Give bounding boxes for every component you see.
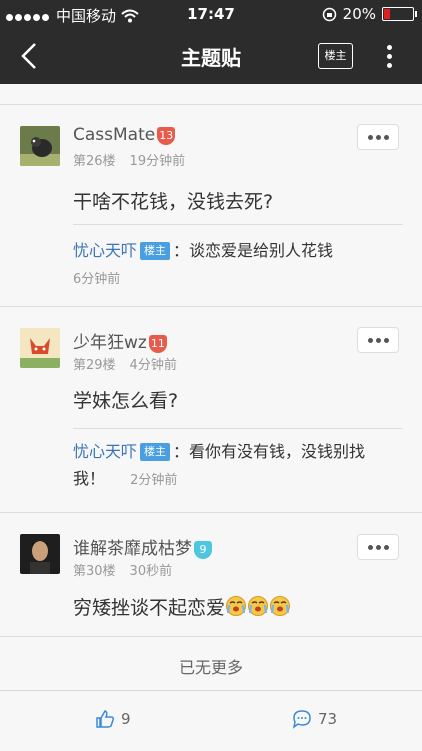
like-button[interactable]: 9 <box>95 709 131 729</box>
post-time: 30秒前 <box>129 564 173 579</box>
username-text: 少年狂wz <box>73 333 147 353</box>
post-text-content: 穷矮挫谈不起恋爱 <box>73 597 226 619</box>
divider <box>0 104 422 105</box>
username-text: 谁解茶靡成枯梦 <box>73 539 192 559</box>
floor-number: 第30楼 <box>73 564 116 579</box>
louzhu-badge: 楼主 <box>140 242 171 260</box>
reply-username[interactable]: 忧心天吓 <box>73 442 137 461</box>
post-username[interactable]: 少年狂wz 11 <box>73 328 167 353</box>
post-username[interactable]: 谁解茶靡成枯梦 9 <box>73 534 212 559</box>
post-time: 19分钟前 <box>129 154 186 169</box>
post-options-button[interactable] <box>357 327 399 353</box>
battery-icon <box>382 7 417 21</box>
page-title: 主题贴 <box>181 46 241 70</box>
post-text: 干啥不花钱，没钱去死? <box>73 191 274 213</box>
louzhu-badge: 楼主 <box>140 443 171 461</box>
post-options-button[interactable] <box>357 124 399 150</box>
post-username[interactable]: CassMate 13 <box>73 125 176 145</box>
nav-bar: 主题贴 楼主 <box>0 28 422 84</box>
avatar[interactable] <box>20 126 60 166</box>
status-bar: 中国移动 17:47 20% <box>0 0 422 28</box>
louzhu-only-button[interactable]: 楼主 <box>318 43 353 69</box>
thread-content: CassMate 13 第26楼 19分钟前 干啥不花钱，没钱去死? 忧心天吓 楼主：… <box>0 84 422 690</box>
post-meta: 第26楼 19分钟前 <box>73 150 199 169</box>
post-text: 学妹怎么看? <box>73 390 179 412</box>
no-more-label: 已无更多 <box>178 658 243 677</box>
reply-item[interactable]: 忧心天吓 楼主 ：谈恋爱是给别人花钱 6分钟前 <box>73 237 393 293</box>
divider <box>73 428 403 429</box>
thumbs-up-icon <box>96 710 115 728</box>
post-time: 4分钟前 <box>129 358 177 373</box>
level-badge: 13 <box>157 127 176 145</box>
avatar[interactable] <box>20 328 60 368</box>
floor-number: 第29楼 <box>73 358 116 373</box>
reply-time: 2分钟前 <box>130 473 178 488</box>
rotation-lock-icon <box>322 7 336 21</box>
divider <box>0 512 422 513</box>
reply-username[interactable]: 忧心天吓 <box>73 241 137 260</box>
crying-emoji-icon <box>226 596 291 616</box>
more-menu-icon[interactable] <box>382 42 396 72</box>
battery-percent: 20% <box>342 5 376 23</box>
floor-number: 第26楼 <box>73 154 116 169</box>
like-count: 9 <box>121 710 131 728</box>
comment-count: 73 <box>318 710 338 728</box>
status-right: 20% <box>322 5 417 23</box>
post-meta: 第29楼 4分钟前 <box>73 354 191 373</box>
comment-icon <box>292 710 311 729</box>
post-text: 穷矮挫谈不起恋爱 <box>73 593 291 620</box>
bottom-toolbar: 9 73 <box>0 690 422 751</box>
level-badge: 9 <box>194 541 212 559</box>
level-badge: 11 <box>148 335 167 353</box>
divider <box>73 224 403 225</box>
reply-text: ：谈恋爱是给别人花钱 <box>173 241 334 260</box>
avatar[interactable] <box>20 534 60 574</box>
reply-item[interactable]: 忧心天吓 楼主 ：看你有没有钱，没钱别找我！ 2分钟前 <box>73 438 393 494</box>
post-meta: 第30楼 30秒前 <box>73 560 186 579</box>
reply-time: 6分钟前 <box>73 272 121 287</box>
post-options-button[interactable] <box>357 534 399 560</box>
divider <box>0 636 422 637</box>
username-text: CassMate <box>73 125 156 145</box>
comment-button[interactable]: 73 <box>292 709 337 729</box>
divider <box>0 306 422 307</box>
